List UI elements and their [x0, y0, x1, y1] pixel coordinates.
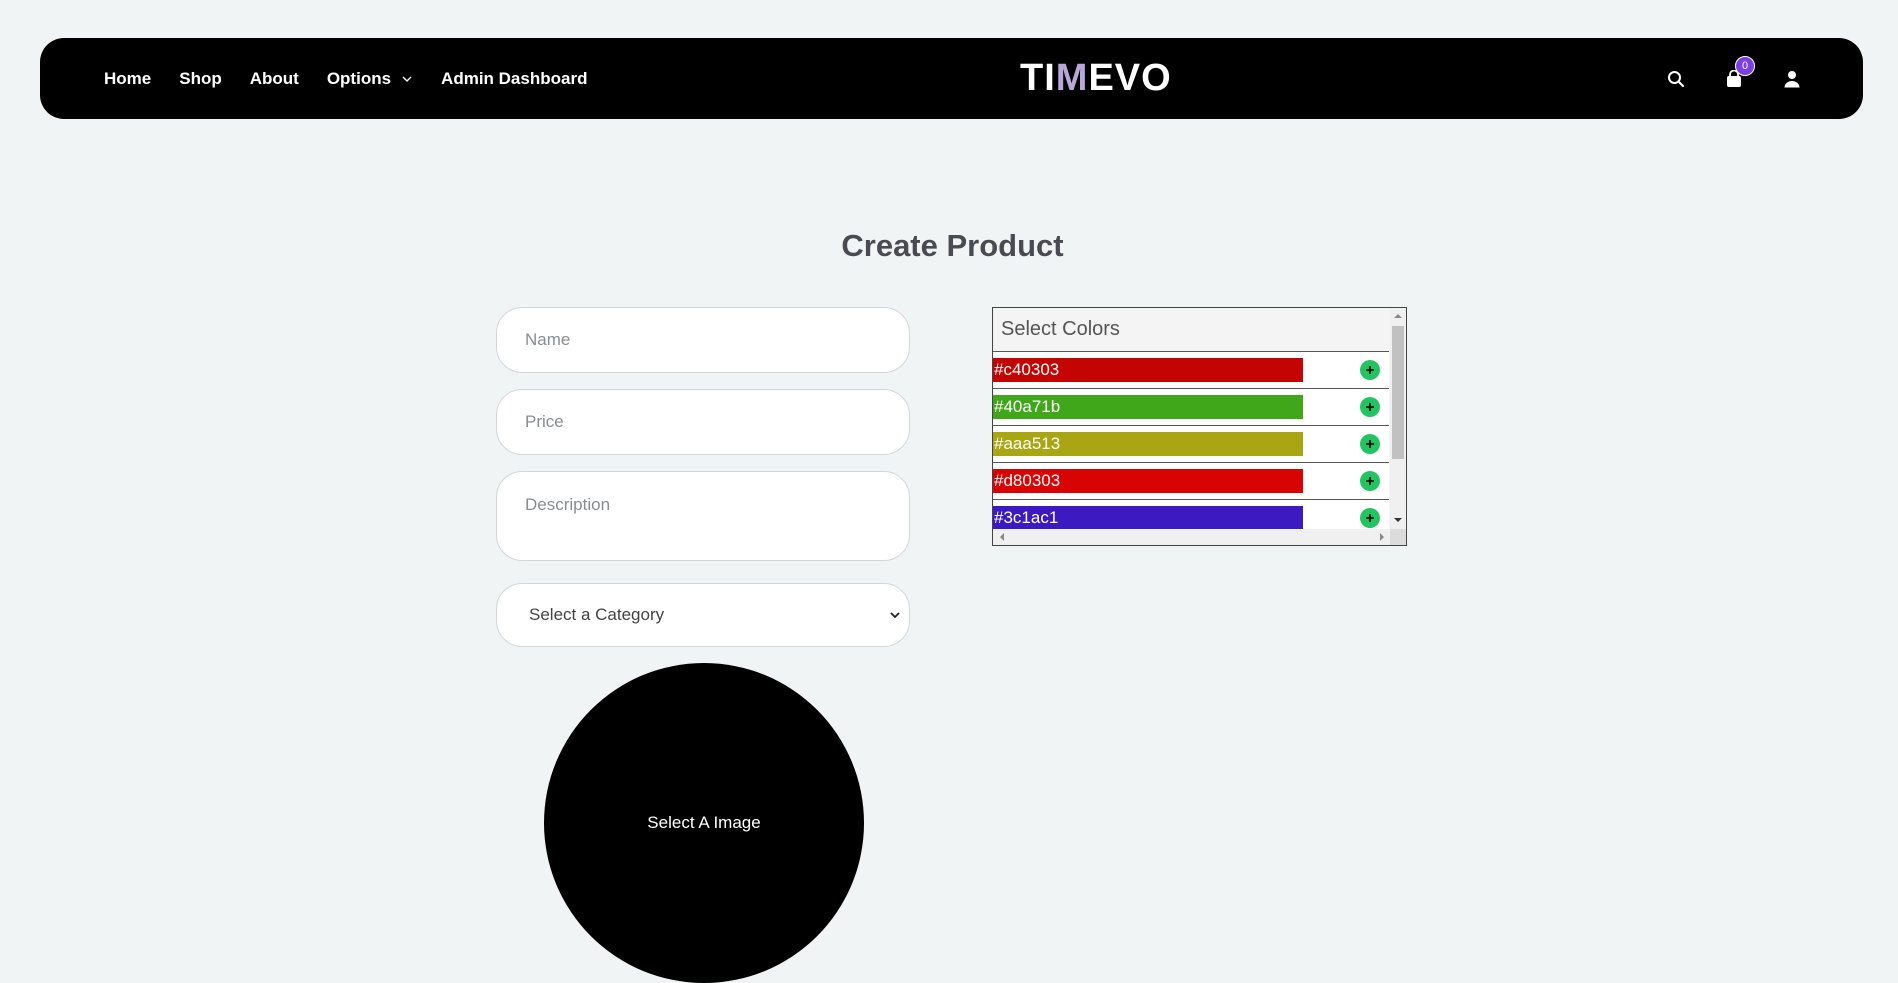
category-select[interactable]: Select a Category: [496, 583, 910, 647]
description-textarea[interactable]: Description: [496, 471, 910, 561]
name-input[interactable]: Name: [496, 307, 910, 373]
color-option[interactable]: #c40303: [993, 352, 1389, 389]
price-placeholder: Price: [525, 412, 564, 431]
scroll-up-arrow-icon[interactable]: [1394, 313, 1402, 319]
add-color-icon[interactable]: [1360, 360, 1380, 380]
logo-text-left: TI: [1020, 56, 1056, 99]
user-icon[interactable]: [1781, 68, 1803, 90]
scrollbar-corner: [1390, 529, 1406, 545]
logo-text-m: M: [1055, 56, 1089, 99]
nav-link-shop[interactable]: Shop: [179, 69, 222, 89]
scrollbar-thumb[interactable]: [1392, 326, 1404, 459]
image-picker[interactable]: Select A Image: [544, 663, 864, 983]
site-logo[interactable]: TI M EVO: [1020, 56, 1172, 100]
nav-link-about[interactable]: About: [250, 69, 299, 89]
color-swatch: #40a71b: [993, 395, 1303, 419]
color-swatch: #aaa513: [993, 432, 1303, 456]
description-placeholder: Description: [525, 495, 611, 514]
scroll-left-arrow-icon[interactable]: [999, 533, 1005, 541]
nav-links: Home Shop About Options Admin Dashboard: [104, 38, 615, 119]
color-swatch: #3c1ac1: [993, 506, 1303, 530]
color-swatch: #c40303: [993, 358, 1303, 382]
chevron-down-icon: [890, 612, 900, 619]
image-picker-label: Select A Image: [647, 813, 761, 832]
color-option[interactable]: #d80303: [993, 463, 1389, 500]
navbar: Home Shop About Options Admin Dashboard …: [40, 38, 1863, 119]
nav-icons: 0: [1665, 38, 1803, 119]
nav-link-options-label: Options: [326, 68, 392, 88]
scroll-down-arrow-icon[interactable]: [1394, 517, 1402, 523]
cart-count-badge: 0: [1735, 55, 1755, 76]
color-option[interactable]: #40a71b: [993, 389, 1389, 426]
nav-link-admin-dashboard[interactable]: Admin Dashboard: [441, 69, 587, 89]
color-select-list[interactable]: Select Colors #c40303 #40a71b #aaa513 #d…: [992, 307, 1407, 546]
add-color-icon[interactable]: [1360, 434, 1380, 454]
color-option[interactable]: #aaa513: [993, 426, 1389, 463]
horizontal-scrollbar[interactable]: [993, 529, 1391, 545]
price-input[interactable]: Price: [496, 389, 910, 455]
add-color-icon[interactable]: [1360, 471, 1380, 491]
add-color-icon[interactable]: [1360, 508, 1380, 528]
color-list-heading: Select Colors: [993, 308, 1389, 352]
chevron-down-icon: [402, 76, 412, 82]
color-swatch: #d80303: [993, 469, 1303, 493]
cart-icon[interactable]: 0: [1723, 55, 1755, 90]
scroll-right-arrow-icon[interactable]: [1379, 533, 1385, 541]
search-icon[interactable]: [1665, 68, 1687, 90]
nav-link-options[interactable]: Options: [327, 69, 413, 89]
name-placeholder: Name: [525, 330, 571, 349]
add-color-icon[interactable]: [1360, 397, 1380, 417]
vertical-scrollbar[interactable]: [1390, 308, 1406, 530]
category-selected-value: Select a Category: [529, 605, 665, 624]
page-title: Create Product: [841, 228, 1064, 263]
logo-text-right: EVO: [1088, 56, 1172, 99]
nav-link-home[interactable]: Home: [104, 69, 151, 89]
